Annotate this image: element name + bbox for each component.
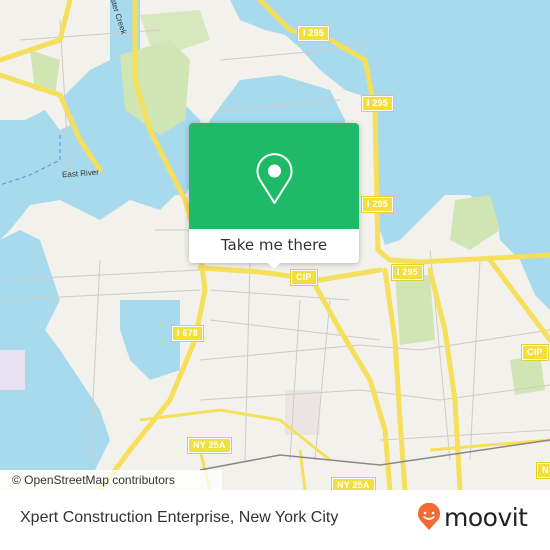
highway-shield-i295: I 295 [360, 196, 395, 213]
highway-shield-i295: I 295 [390, 264, 425, 281]
highway-shield-i295: I 295 [296, 25, 331, 42]
map-pin-icon [256, 153, 293, 204]
popup-header [189, 123, 359, 229]
highway-shield-cip: CIP [521, 344, 549, 361]
highway-shield-ny25a: NY 25A [536, 462, 550, 479]
highway-shield-cip: CIP [290, 269, 318, 286]
map-attribution[interactable]: © OpenStreetMap contributors [0, 470, 222, 490]
moovit-smiley-pin-icon [418, 503, 440, 530]
moovit-logo[interactable]: moovit [417, 502, 528, 532]
moovit-wordmark: moovit [444, 502, 528, 532]
take-me-there-button[interactable]: Take me there [189, 229, 359, 263]
highway-shield-i678: I 678 [170, 325, 205, 342]
highway-shield-i295: I 295 [360, 95, 395, 112]
popup-tail [266, 261, 282, 269]
location-title: Xpert Construction Enterprise, New York … [20, 509, 339, 526]
map-view[interactable]: East River ster Creek I 295 I 295 I 295 … [0, 0, 550, 490]
highway-shield-ny25a: NY 25A [331, 477, 376, 490]
highway-shield-ny25a: NY 25A [187, 437, 232, 454]
location-popup: Take me there [189, 123, 359, 269]
